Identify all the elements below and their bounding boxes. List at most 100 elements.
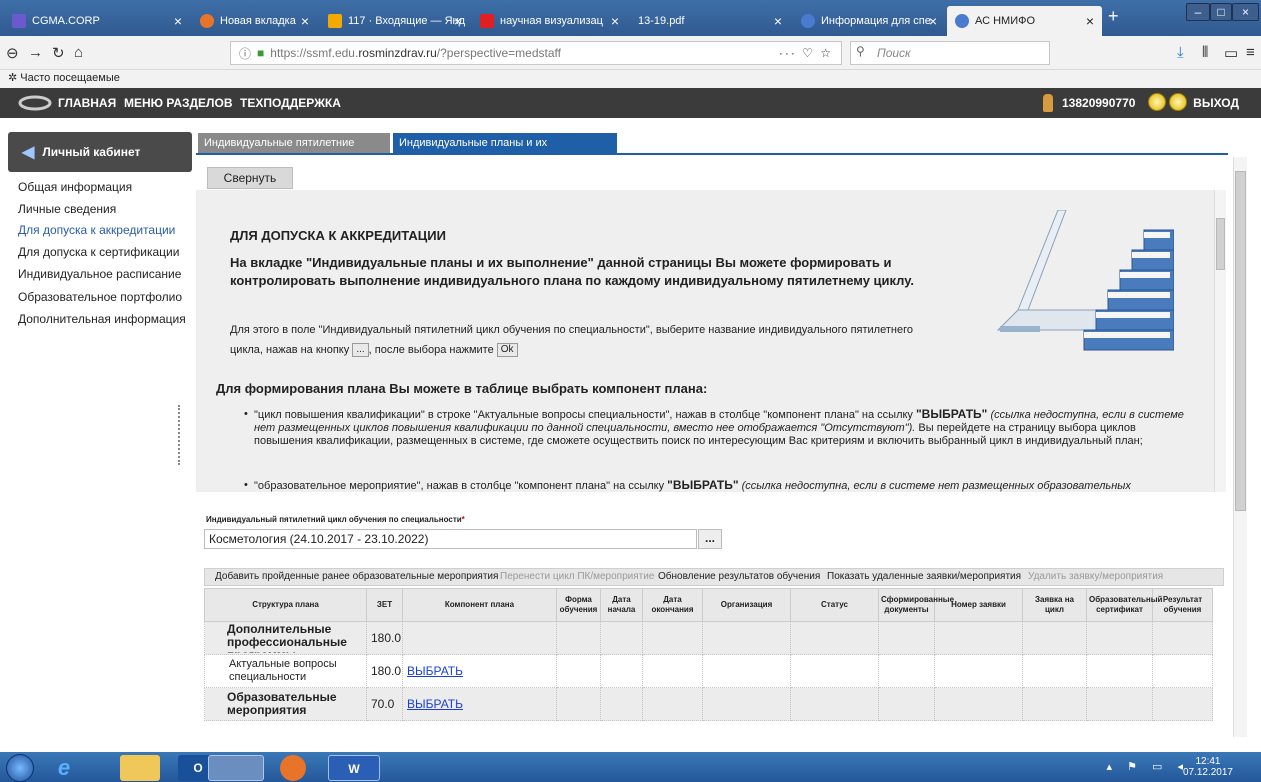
zoom-out-icon[interactable] bbox=[1169, 93, 1187, 111]
tab-five-year-cycles[interactable]: Индивидуальные пятилетние циклы bbox=[198, 133, 390, 169]
col-end[interactable]: Дата окончания bbox=[642, 588, 703, 622]
menu-icon[interactable]: ≡ bbox=[1246, 44, 1255, 61]
browser-tab-title: Новая вкладка bbox=[220, 15, 296, 27]
page-actions-icon[interactable]: ··· ♡ ☆ bbox=[779, 46, 833, 60]
table-row[interactable]: Дополнительные профессиональные программ… bbox=[204, 621, 1213, 655]
col-component[interactable]: Компонент плана bbox=[402, 588, 557, 622]
browser-tab-mail[interactable]: 117 · Входящие — Янд × bbox=[320, 6, 470, 36]
nav-support[interactable]: ТЕХПОДДЕРЖКА bbox=[240, 96, 341, 110]
cycle-field-input[interactable]: Косметология (24.10.2017 - 23.10.2022) bbox=[204, 529, 697, 549]
col-zet[interactable]: ЗЕТ bbox=[366, 588, 403, 622]
left-menu-general[interactable]: Общая информация bbox=[18, 180, 132, 194]
yandex-favicon-icon bbox=[480, 14, 494, 28]
home-icon[interactable]: ⌂ bbox=[74, 44, 83, 61]
col-certificate[interactable]: Образовательный сертификат bbox=[1086, 588, 1162, 622]
page-scroll-thumb[interactable] bbox=[1235, 171, 1246, 511]
close-icon[interactable]: × bbox=[774, 13, 782, 29]
col-cycle-request[interactable]: Заявка на цикл bbox=[1022, 588, 1087, 622]
table-row[interactable]: Актуальные вопросы специальности 180.0 В… bbox=[204, 654, 1213, 688]
ie-icon[interactable]: e bbox=[44, 755, 84, 781]
col-organization[interactable]: Организация bbox=[702, 588, 791, 622]
col-status[interactable]: Статус bbox=[790, 588, 879, 622]
browser-tab-title: научная визуализац bbox=[500, 15, 603, 27]
left-menu-schedule[interactable]: Индивидуальное расписание bbox=[18, 267, 181, 281]
page-scrollbar[interactable] bbox=[1233, 157, 1247, 737]
explorer-icon[interactable] bbox=[120, 755, 160, 781]
info-icon[interactable]: ⓘ bbox=[239, 45, 251, 62]
clock[interactable]: 12:41 07.12.2017 bbox=[1183, 756, 1233, 778]
col-request-number[interactable]: Номер заявки bbox=[934, 588, 1023, 622]
paint-icon[interactable] bbox=[208, 755, 264, 781]
help-scrollbar[interactable] bbox=[1214, 190, 1226, 492]
collapse-button[interactable]: Свернуть bbox=[207, 167, 293, 189]
browser-tab-new[interactable]: Новая вкладка × bbox=[192, 6, 317, 36]
delete-request-button[interactable]: Удалить заявку/мероприятия bbox=[1028, 569, 1163, 585]
add-past-activities-button[interactable]: Добавить пройденные ранее образовательны… bbox=[215, 569, 498, 585]
close-icon[interactable]: × bbox=[611, 13, 619, 29]
back-icon[interactable]: ⊖ bbox=[6, 44, 19, 62]
help-subtitle: Для формирования плана Вы можете в табли… bbox=[216, 381, 708, 396]
left-menu-additional[interactable]: Дополнительная информация bbox=[18, 312, 186, 326]
firefox-favicon-icon bbox=[200, 14, 214, 28]
left-menu-certification[interactable]: Для допуска к сертификации bbox=[18, 245, 179, 259]
tab-individual-plans[interactable]: Индивидуальные планы и их выполнение bbox=[393, 133, 617, 169]
cycle-field-label: Индивидуальный пятилетний цикл обучения … bbox=[206, 515, 465, 524]
left-menu-personal[interactable]: Личные сведения bbox=[18, 202, 116, 216]
word-icon[interactable]: W bbox=[328, 755, 380, 781]
browser-tab-active[interactable]: АС НМИФО × bbox=[947, 6, 1102, 36]
forward-icon[interactable]: → bbox=[28, 44, 43, 61]
ellipsis-sample-button: ... bbox=[352, 343, 369, 358]
browser-tab-pdf[interactable]: 13-19.pdf × bbox=[630, 6, 790, 36]
nav-sections-menu[interactable]: МЕНЮ РАЗДЕЛОВ bbox=[124, 96, 232, 110]
download-icon[interactable]: ⤓ bbox=[1177, 44, 1184, 61]
row-zet: 70.0 bbox=[366, 687, 403, 721]
nav-home[interactable]: ГЛАВНАЯ bbox=[58, 96, 116, 110]
help-paragraph: Для этого в поле "Индивидуальный пятилет… bbox=[230, 324, 913, 358]
browser-tab-cgma[interactable]: CGMA.CORP × bbox=[4, 6, 190, 36]
panel-splitter[interactable] bbox=[178, 405, 182, 465]
minimize-button[interactable]: – bbox=[1186, 3, 1210, 21]
search-input[interactable]: Поиск bbox=[850, 41, 1050, 65]
tab-underline bbox=[196, 153, 1228, 155]
browser-tab-info[interactable]: Информация для спе × bbox=[793, 6, 945, 36]
update-results-button[interactable]: Обновление результатов обучения bbox=[658, 569, 820, 585]
close-icon[interactable]: × bbox=[301, 13, 309, 29]
new-tab-button[interactable]: + bbox=[1108, 6, 1119, 27]
close-icon[interactable]: × bbox=[1086, 13, 1094, 29]
sidebar-icon[interactable]: ▭ bbox=[1224, 44, 1238, 62]
start-button[interactable] bbox=[6, 754, 34, 782]
logout-button[interactable]: ВЫХОД bbox=[1193, 96, 1239, 110]
select-component-link[interactable]: ВЫБРАТЬ bbox=[407, 664, 463, 678]
col-documents[interactable]: Сформированные документы bbox=[878, 588, 954, 622]
address-bar[interactable]: ⓘ ■ https://ssmf.edu.rosminzdrav.ru/?per… bbox=[230, 41, 842, 65]
close-icon[interactable]: × bbox=[174, 13, 182, 29]
url-text: https://ssmf.edu.rosminzdrav.ru/?perspec… bbox=[270, 46, 561, 60]
tray-icons[interactable]: ▴ ⚑ ▭ ◂ bbox=[1107, 760, 1189, 773]
gear-icon: ✲ bbox=[8, 72, 18, 84]
bookmark-frequent[interactable]: Часто посещаемые bbox=[20, 72, 120, 84]
reload-icon[interactable]: ↻ bbox=[52, 44, 65, 62]
select-component-link[interactable]: ВЫБРАТЬ bbox=[407, 697, 463, 711]
close-window-button[interactable]: × bbox=[1232, 3, 1259, 21]
zoom-in-icon[interactable] bbox=[1148, 93, 1166, 111]
col-structure[interactable]: Структура плана bbox=[204, 588, 367, 622]
close-icon[interactable]: × bbox=[929, 13, 937, 29]
show-deleted-button[interactable]: Показать удаленные заявки/мероприятия bbox=[827, 569, 1021, 585]
col-start[interactable]: Дата начала bbox=[600, 588, 643, 622]
firefox-icon[interactable] bbox=[280, 755, 306, 781]
browser-tab-yandex[interactable]: научная визуализац × bbox=[472, 6, 627, 36]
left-menu-accreditation[interactable]: Для допуска к аккредитации bbox=[18, 223, 175, 237]
help-scroll-thumb[interactable] bbox=[1216, 218, 1225, 270]
user-icon bbox=[1043, 94, 1053, 112]
search-icon: ⚲ bbox=[856, 44, 865, 58]
user-id[interactable]: 13820990770 bbox=[1062, 96, 1135, 110]
close-icon[interactable]: × bbox=[454, 13, 462, 29]
cycle-select-button[interactable]: ... bbox=[698, 529, 722, 549]
col-result[interactable]: Результат обучения bbox=[1152, 588, 1213, 622]
table-row[interactable]: Образовательные мероприятия 70.0 ВЫБРАТЬ bbox=[204, 687, 1213, 721]
left-menu-portfolio[interactable]: Образовательное портфолио bbox=[18, 290, 182, 304]
library-icon[interactable]: ⫴ bbox=[1202, 44, 1208, 61]
maximize-button[interactable]: □ bbox=[1210, 3, 1232, 21]
move-cycle-button[interactable]: Перенести цикл ПК/мероприятие bbox=[500, 569, 654, 585]
col-form[interactable]: Форма обучения bbox=[556, 588, 601, 622]
